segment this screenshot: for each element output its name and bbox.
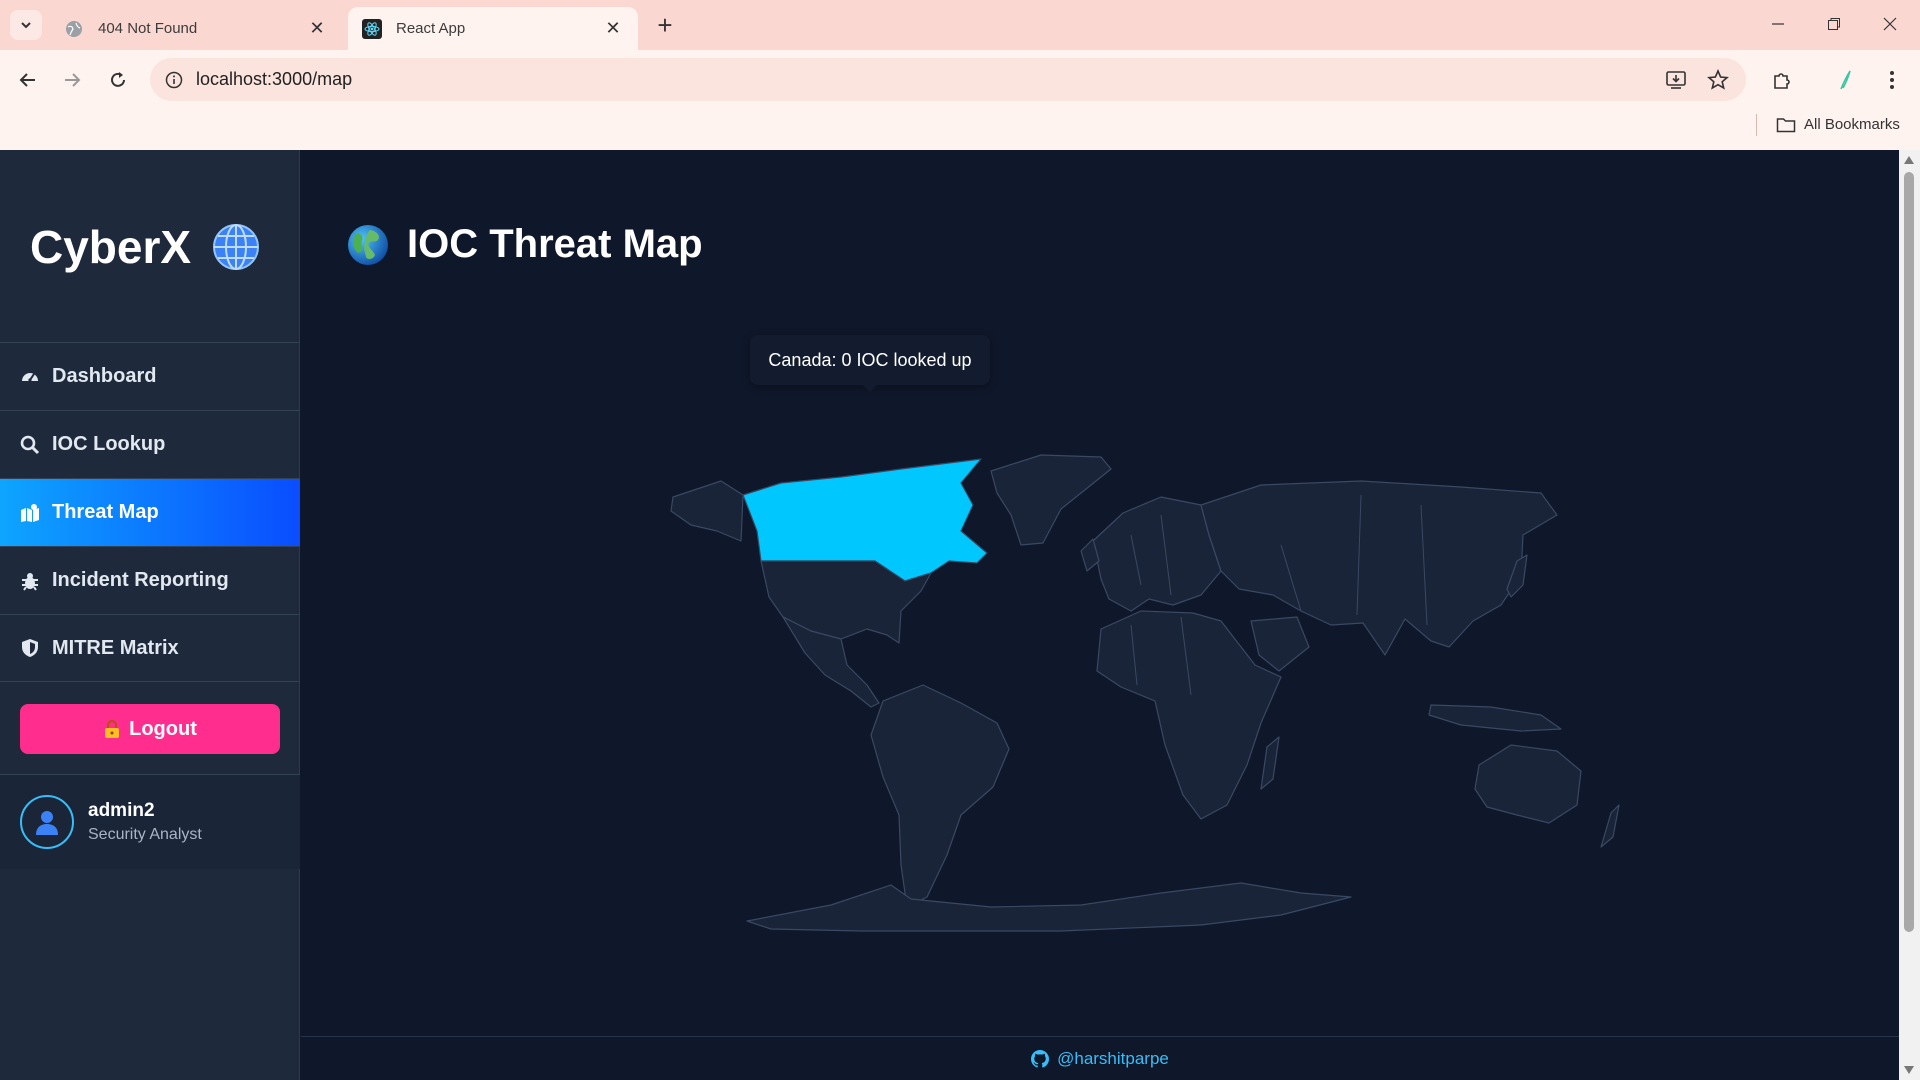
user-profile-card: admin2 Security Analyst: [0, 775, 300, 869]
sidebar-item-label: Incident Reporting: [52, 569, 229, 591]
page-title-text: IOC Threat Map: [407, 222, 703, 266]
page-scrollbar[interactable]: [1899, 150, 1920, 1080]
sidebar: CyberX Dashboard IOC Lookup Threat Map I…: [0, 150, 300, 1080]
back-button[interactable]: [12, 64, 44, 96]
user-info: admin2 Security Analyst: [88, 800, 202, 844]
tab-title: React App: [396, 20, 466, 37]
sidebar-item-incident-reporting[interactable]: Incident Reporting: [0, 546, 300, 614]
sidebar-item-mitre-matrix[interactable]: MITRE Matrix: [0, 614, 300, 682]
site-info-icon[interactable]: [162, 68, 186, 92]
user-role: Security Analyst: [88, 826, 202, 843]
extensions-button[interactable]: [1766, 64, 1798, 96]
github-icon: [1031, 1049, 1050, 1068]
close-tab-icon[interactable]: ✕: [602, 18, 624, 40]
install-app-icon[interactable]: [1664, 68, 1688, 92]
country-new-zealand: [1600, 804, 1620, 848]
dashboard-icon: [20, 367, 40, 387]
feather-icon: [1840, 70, 1851, 90]
reload-icon: [111, 72, 125, 87]
chevron-down-icon: [21, 22, 31, 29]
react-favicon-icon: [362, 18, 382, 39]
sidebar-item-ioc-lookup[interactable]: IOC Lookup: [0, 410, 300, 478]
sidebar-item-label: Dashboard: [52, 365, 157, 387]
avatar: [20, 795, 74, 849]
minimize-button[interactable]: [1758, 8, 1798, 40]
all-bookmarks-button[interactable]: All Bookmarks: [1776, 116, 1900, 133]
sidebar-item-label: Threat Map: [52, 501, 159, 523]
page-title: IOC Threat Map: [347, 222, 703, 267]
folder-icon: [1776, 117, 1796, 133]
sidebar-item-threat-map[interactable]: Threat Map: [0, 478, 300, 546]
bookmarks-divider: [1756, 114, 1757, 136]
browser-tab-404[interactable]: 404 Not Found ✕: [50, 7, 342, 50]
restore-icon: [1828, 18, 1840, 30]
continent-antarctica: [746, 882, 1352, 932]
lock-icon: [103, 719, 121, 739]
tab-search-button[interactable]: [10, 10, 42, 40]
globe-icon: [213, 224, 260, 270]
sidebar-nav: Dashboard IOC Lookup Threat Map Incident…: [0, 342, 300, 682]
country-tooltip: Canada: 0 IOC looked up: [750, 335, 990, 392]
sidebar-item-label: IOC Lookup: [52, 433, 166, 455]
main-content: IOC Threat Map Canada: 0 IOC looked up @…: [301, 150, 1899, 1080]
search-icon: [20, 435, 40, 455]
forward-button[interactable]: [56, 64, 88, 96]
address-bar[interactable]: localhost:3000/map: [150, 58, 1746, 101]
region-indonesia: [1428, 704, 1562, 732]
sidebar-item-label: MITRE Matrix: [52, 636, 179, 659]
scrollbar-thumb[interactable]: [1904, 172, 1914, 932]
restore-button[interactable]: [1814, 8, 1854, 40]
arrow-right-icon: [65, 73, 81, 87]
new-tab-button[interactable]: +: [650, 10, 680, 40]
logout-button[interactable]: Logout: [20, 704, 280, 754]
browser-tabstrip: 404 Not Found ✕ React App ✕ +: [0, 0, 1920, 50]
profile-button[interactable]: [1830, 64, 1862, 96]
reload-button[interactable]: [102, 64, 134, 96]
shield-icon: [20, 638, 40, 658]
globe-favicon-icon: [64, 19, 84, 39]
country-greenland: [990, 454, 1112, 546]
continent-south-america: [870, 684, 1010, 908]
brand: CyberX: [30, 220, 261, 274]
browser-toolbar: localhost:3000/map All Bookmarks: [0, 50, 1920, 150]
user-name: admin2: [88, 800, 155, 821]
footer: @harshitparpe: [301, 1036, 1899, 1080]
arrow-left-icon: [19, 73, 35, 87]
close-icon: [1883, 17, 1897, 31]
browser-tab-react-app[interactable]: React App ✕: [348, 7, 638, 50]
minimize-icon: [1772, 23, 1784, 25]
scroll-down-arrow[interactable]: [1904, 1066, 1914, 1074]
sidebar-item-dashboard[interactable]: Dashboard: [0, 342, 300, 410]
country-usa-alaska: [670, 480, 744, 542]
bookmark-star-icon[interactable]: [1706, 68, 1730, 92]
map-icon: [20, 503, 40, 523]
continent-australia: [1474, 744, 1582, 824]
brand-name: CyberX: [30, 221, 192, 273]
github-handle-link[interactable]: @harshitparpe: [1057, 1049, 1169, 1069]
app-root: CyberX Dashboard IOC Lookup Threat Map I…: [0, 150, 1920, 1080]
url-text: localhost:3000/map: [196, 69, 353, 89]
region-arabian-peninsula: [1250, 616, 1310, 672]
bug-icon: [20, 571, 40, 591]
user-icon: [36, 811, 58, 835]
puzzle-icon: [1774, 73, 1790, 89]
country-madagascar: [1260, 736, 1280, 790]
kebab-menu-icon: [1890, 71, 1894, 89]
close-tab-icon[interactable]: ✕: [306, 18, 328, 40]
chrome-menu-button[interactable]: [1876, 64, 1908, 96]
scroll-up-arrow[interactable]: [1904, 156, 1914, 164]
all-bookmarks-label: All Bookmarks: [1804, 116, 1900, 133]
logout-label: Logout: [129, 717, 197, 740]
continent-africa: [1096, 610, 1282, 820]
world-map[interactable]: [661, 385, 1661, 945]
close-window-button[interactable]: [1870, 8, 1910, 40]
earth-icon: [348, 224, 388, 265]
continent-europe: [1092, 496, 1222, 612]
tab-title: 404 Not Found: [98, 20, 198, 37]
